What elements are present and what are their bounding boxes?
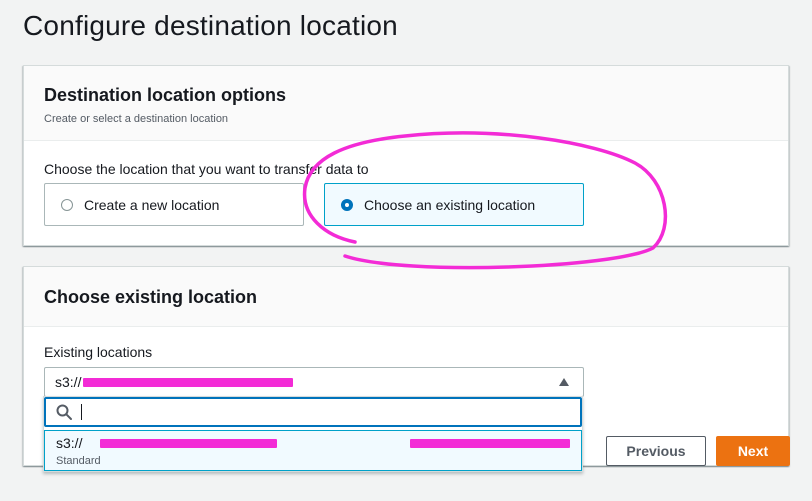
panel-header: Destination location options Create or s…: [24, 66, 788, 141]
panel-title: Choose existing location: [44, 287, 258, 307]
destination-options-panel: Destination location options Create or s…: [23, 65, 789, 246]
page-title: Configure destination location: [23, 10, 398, 41]
radio-selected-icon[interactable]: [341, 198, 353, 211]
next-button[interactable]: Next: [716, 436, 790, 466]
redaction-mark: [410, 438, 570, 448]
radio-icon[interactable]: [61, 198, 73, 211]
option-value-prefix: s3://: [56, 435, 83, 451]
location-search-input[interactable]: [44, 397, 582, 427]
location-choice-label: Choose the location that you want to tra…: [44, 161, 369, 177]
location-option[interactable]: s3:// Standard: [44, 430, 582, 471]
previous-button[interactable]: Previous: [606, 436, 706, 466]
locations-dropdown: s3:// Standard: [43, 396, 583, 472]
option-value: s3://: [56, 435, 570, 451]
search-icon: [56, 404, 72, 420]
caret-up-icon[interactable]: [559, 378, 569, 386]
tile-label: Create a new location: [84, 196, 220, 213]
redaction-mark: [100, 438, 278, 448]
panel-description: Create or select a destination location: [44, 113, 229, 125]
existing-locations-select[interactable]: s3://: [44, 367, 584, 397]
create-new-location-tile[interactable]: Create a new location: [44, 183, 304, 226]
panel-title: Destination location options: [44, 85, 286, 105]
text-cursor: [81, 404, 82, 420]
option-storage-class: Standard: [56, 455, 101, 467]
tile-label: Choose an existing location: [364, 196, 536, 213]
panel-header: Choose existing location: [24, 267, 788, 327]
choose-existing-location-tile[interactable]: Choose an existing location: [324, 183, 584, 226]
select-value-prefix: s3://: [55, 374, 82, 390]
redaction-mark: [83, 377, 294, 387]
existing-locations-label: Existing locations: [44, 344, 153, 360]
